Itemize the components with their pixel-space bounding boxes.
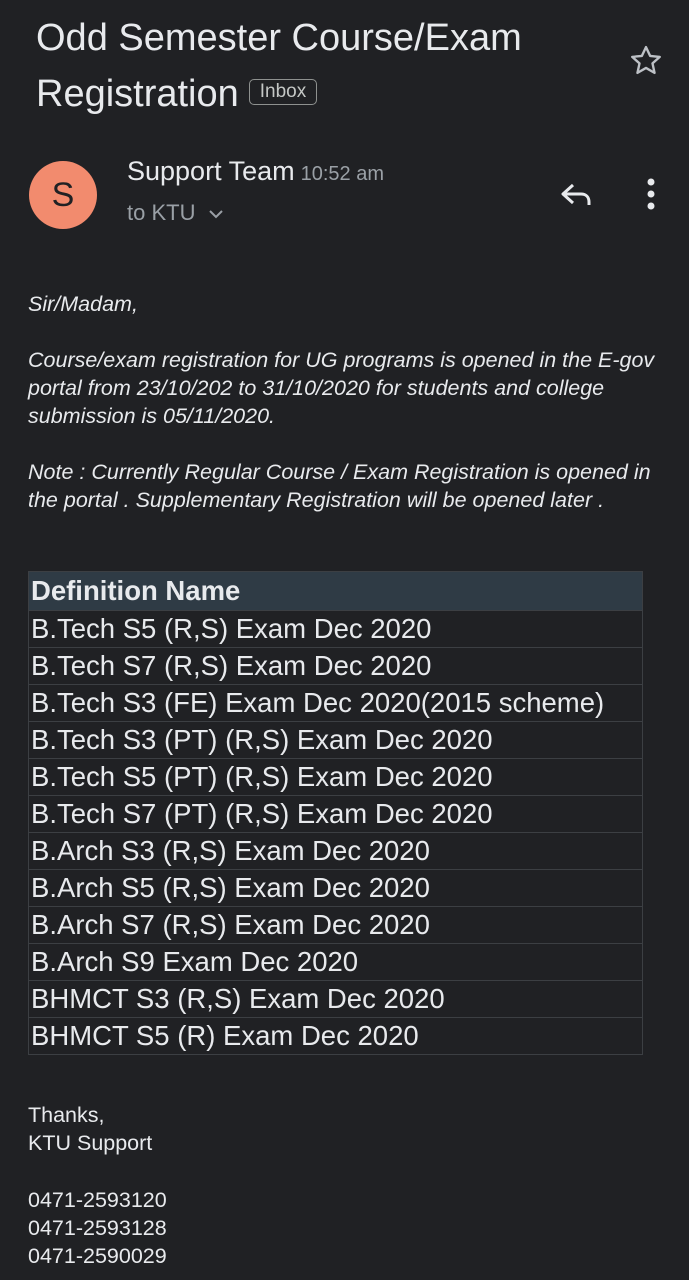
table-cell: B.Tech S3 (FE) Exam Dec 2020(2015 scheme… (28, 684, 643, 722)
registration-paragraph: Course/exam registration for UG programs… (28, 348, 655, 428)
table-header-row: Definition Name (28, 571, 643, 611)
phone-number[interactable]: 0471-2590029 (28, 1242, 167, 1270)
table-row: B.Tech S3 (FE) Exam Dec 2020(2015 scheme… (28, 684, 643, 722)
table-row: B.Tech S3 (PT) (R,S) Exam Dec 2020 (28, 721, 643, 759)
sender-avatar[interactable]: S (29, 161, 97, 229)
recipient-toggle[interactable]: to KTU (127, 200, 224, 226)
table-header-cell: Definition Name (28, 571, 643, 611)
table-cell: BHMCT S5 (R) Exam Dec 2020 (28, 1017, 643, 1055)
inbox-label-chip[interactable]: Inbox (248, 78, 318, 105)
thanks-line: Thanks, (28, 1103, 105, 1127)
message-body: Sir/Madam, Course/exam registration for … (28, 290, 668, 542)
more-options-icon[interactable] (634, 176, 668, 212)
table-row: B.Tech S5 (PT) (R,S) Exam Dec 2020 (28, 758, 643, 796)
table-cell: B.Arch S7 (R,S) Exam Dec 2020 (28, 906, 643, 944)
greeting: Sir/Madam, (28, 292, 138, 316)
star-icon[interactable] (627, 42, 665, 80)
table-row: BHMCT S5 (R) Exam Dec 2020 (28, 1017, 643, 1055)
table-cell: BHMCT S3 (R,S) Exam Dec 2020 (28, 980, 643, 1018)
table-cell: B.Tech S3 (PT) (R,S) Exam Dec 2020 (28, 721, 643, 759)
table-row: BHMCT S3 (R,S) Exam Dec 2020 (28, 980, 643, 1018)
phone-number[interactable]: 0471-2593120 (28, 1186, 167, 1214)
table-row: B.Arch S9 Exam Dec 2020 (28, 943, 643, 981)
table-cell: B.Tech S7 (R,S) Exam Dec 2020 (28, 647, 643, 685)
table-cell: B.Arch S9 Exam Dec 2020 (28, 943, 643, 981)
table-row: B.Arch S3 (R,S) Exam Dec 2020 (28, 832, 643, 870)
note-paragraph: Note : Currently Regular Course / Exam R… (28, 460, 651, 512)
table-cell: B.Arch S3 (R,S) Exam Dec 2020 (28, 832, 643, 870)
sender-name[interactable]: Support Team (127, 156, 295, 186)
recipient-text: to KTU (127, 200, 196, 225)
table-row: B.Tech S5 (R,S) Exam Dec 2020 (28, 610, 643, 648)
table-cell: B.Tech S5 (PT) (R,S) Exam Dec 2020 (28, 758, 643, 796)
table-row: B.Arch S5 (R,S) Exam Dec 2020 (28, 869, 643, 907)
chevron-down-icon (208, 210, 223, 219)
table-row: B.Tech S7 (R,S) Exam Dec 2020 (28, 647, 643, 685)
definition-table: Definition Name B.Tech S5 (R,S) Exam Dec… (28, 571, 643, 1055)
message-time: 10:52 am (300, 163, 384, 185)
reply-icon[interactable] (557, 176, 597, 212)
sender-line: Support Team 10:52 am (127, 156, 384, 187)
phone-list: 0471-2593120 0471-2593128 0471-2590029 (28, 1186, 167, 1270)
table-row: B.Arch S7 (R,S) Exam Dec 2020 (28, 906, 643, 944)
signoff: Thanks, KTU Support (28, 1101, 152, 1157)
table-cell: B.Tech S7 (PT) (R,S) Exam Dec 2020 (28, 795, 643, 833)
table-row: B.Tech S7 (PT) (R,S) Exam Dec 2020 (28, 795, 643, 833)
email-subject: Odd Semester Course/Exam Registration Inb… (36, 10, 596, 122)
phone-number[interactable]: 0471-2593128 (28, 1214, 167, 1242)
table-cell: B.Arch S5 (R,S) Exam Dec 2020 (28, 869, 643, 907)
team-line: KTU Support (28, 1131, 153, 1155)
table-cell: B.Tech S5 (R,S) Exam Dec 2020 (28, 610, 643, 648)
